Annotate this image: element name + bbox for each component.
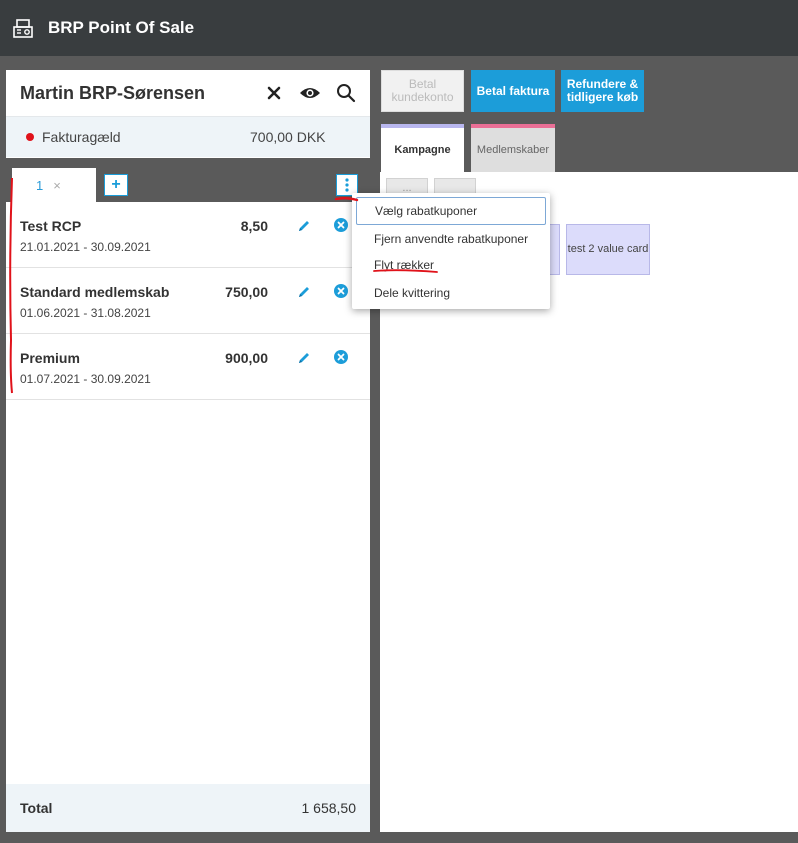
line-name: Standard medlemskab [20, 284, 170, 300]
close-tab-icon[interactable]: × [53, 178, 61, 193]
pencil-icon[interactable] [296, 350, 312, 366]
kebab-menu-icon [345, 178, 349, 192]
line-price: 900,00 [225, 350, 268, 366]
order-tab-1[interactable]: 1 × [12, 168, 96, 202]
line-name: Premium [20, 350, 80, 366]
customer-name[interactable]: Martin BRP-Sørensen [20, 83, 256, 104]
pay-customer-account-button[interactable]: Betal kundekonto [381, 70, 464, 112]
product-card[interactable]: test 2 value card [566, 224, 650, 275]
pencil-icon[interactable] [296, 218, 312, 234]
invoice-debt-row: Fakturagæld 700,00 DKK [6, 117, 370, 157]
remove-icon[interactable] [334, 350, 348, 364]
total-row: Total 1 658,50 [6, 784, 370, 832]
order-lines-panel: Test RCP 21.01.2021 - 30.09.2021 8,50 St… [6, 202, 370, 832]
eye-icon[interactable] [292, 86, 328, 100]
menu-item-select-coupons[interactable]: Vælg rabatkuponer [356, 197, 546, 225]
app-header: BRP Point Of Sale [0, 0, 798, 56]
pay-invoice-button[interactable]: Betal faktura [471, 70, 555, 112]
debt-label: Fakturagæld [42, 129, 121, 145]
more-options-menu: Vælg rabatkuponer Fjern anvendte rabatku… [352, 193, 550, 309]
menu-item-remove-coupons[interactable]: Fjern anvendte rabatkuponer [352, 225, 550, 253]
order-line[interactable]: Standard medlemskab 01.06.2021 - 31.08.2… [6, 268, 370, 334]
total-label: Total [20, 800, 53, 816]
tab-campaign[interactable]: Kampagne [381, 124, 464, 172]
app-title: BRP Point Of Sale [48, 18, 195, 37]
refund-button[interactable]: Refundere & tidligere køb [561, 70, 644, 112]
order-tab-strip: 1 × + [6, 168, 370, 202]
order-line[interactable]: Test RCP 21.01.2021 - 30.09.2021 8,50 [6, 202, 370, 268]
tab-memberships[interactable]: Medlemskaber [471, 124, 555, 172]
line-price: 750,00 [225, 284, 268, 300]
menu-item-move-rows[interactable]: Flyt rækker [352, 251, 550, 279]
remove-icon[interactable] [334, 284, 348, 298]
add-order-tab-button[interactable]: + [104, 174, 128, 196]
line-dates: 01.06.2021 - 31.08.2021 [20, 306, 151, 320]
line-name: Test RCP [20, 218, 82, 234]
customer-header: Martin BRP-Sørensen [6, 70, 370, 117]
status-dot [26, 133, 34, 141]
line-dates: 21.01.2021 - 30.09.2021 [20, 240, 151, 254]
order-tab-label: 1 [36, 177, 44, 193]
menu-item-split-receipt[interactable]: Dele kvittering [352, 279, 550, 307]
debt-amount: 700,00 DKK [250, 129, 326, 145]
line-price: 8,50 [240, 218, 268, 234]
customer-card: Martin BRP-Sørensen Fakturagæld 700,00 D… [6, 70, 370, 158]
close-icon[interactable] [256, 86, 292, 100]
cash-register-icon [13, 19, 33, 38]
remove-icon[interactable] [334, 218, 348, 232]
search-icon[interactable] [328, 83, 364, 103]
total-amount: 1 658,50 [301, 800, 357, 816]
line-dates: 01.07.2021 - 30.09.2021 [20, 372, 151, 386]
pencil-icon[interactable] [296, 284, 312, 300]
order-line[interactable]: Premium 01.07.2021 - 30.09.2021 900,00 [6, 334, 370, 400]
